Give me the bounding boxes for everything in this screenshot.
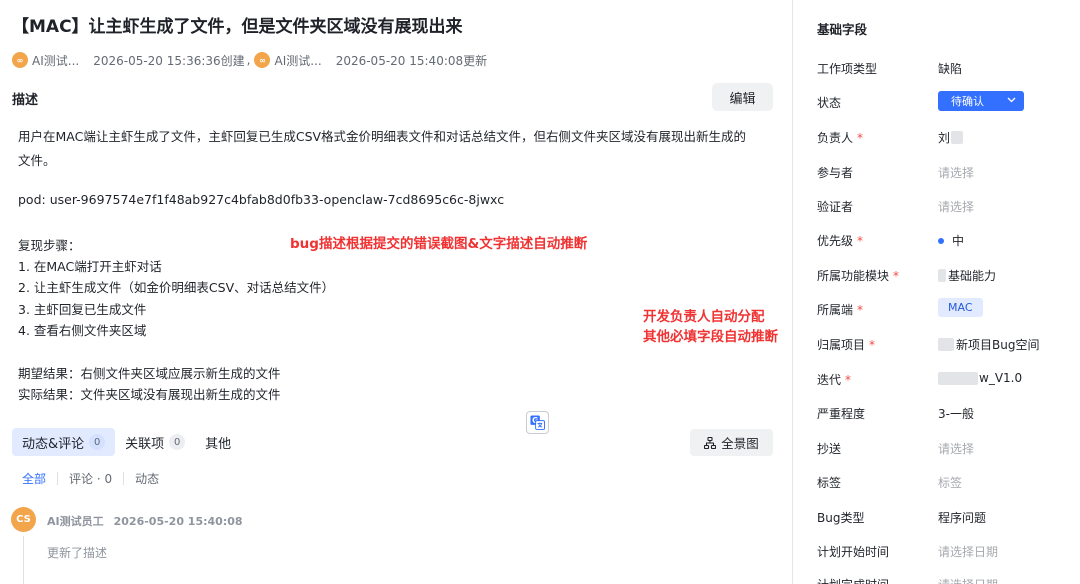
description-step: 2. 让主虾生成文件（如金价明细表CSV、对话总结文件） — [18, 280, 335, 295]
activity-tabs: 动态&评论 0 关联项 0 其他 — [12, 428, 241, 456]
activity-text: 更新了描述 — [47, 546, 108, 560]
required-mark: * — [869, 338, 876, 352]
redacted-block — [951, 131, 964, 144]
field-priority: 优先级 * 中 — [817, 232, 965, 249]
redacted-block — [938, 338, 954, 351]
issue-meta: ∞ AI测试... 2026-05-20 15:36:36创建 , ∞ AI测试… — [12, 51, 487, 69]
activity-filters: 全部 评论 · 0 动态 — [22, 470, 159, 486]
field-cc: 抄送 请选择 — [817, 442, 975, 456]
tab-other[interactable]: 其他 — [195, 428, 241, 456]
activity-header: AI测试员工 2026-05-20 15:40:08 — [47, 513, 243, 529]
required-mark: * — [845, 373, 852, 387]
chevron-down-icon — [1007, 97, 1016, 103]
field-assignee: 负责人 * 刘 — [793, 126, 1080, 146]
filter-all[interactable]: 全部 — [22, 470, 46, 487]
filter-activity[interactable]: 动态 — [135, 470, 159, 487]
creator-avatar: ∞ — [12, 52, 28, 68]
field-plan-end: 计划完成时间 请选择日期 — [793, 573, 1080, 584]
status-dropdown[interactable]: 待确认 — [938, 91, 1024, 111]
filter-divider — [57, 471, 59, 485]
priority-dot-icon — [938, 237, 944, 244]
field-module: 所属功能模块 * 基础能力 — [817, 267, 997, 284]
description-step: 4. 查看右侧文件夹区域 — [18, 323, 147, 338]
activity-avatar: CS — [11, 507, 36, 532]
field-severity: 严重程度 3-一般 — [817, 407, 974, 421]
field-iteration: 迭代 * w_V1.0 — [817, 371, 1023, 387]
description-actual: 实际结果：文件夹区域没有展现出新生成的文件 — [18, 387, 281, 402]
filter-divider — [123, 471, 125, 485]
tab-related-items[interactable]: 关联项 0 — [115, 428, 195, 456]
meta-separator: , — [246, 53, 251, 67]
issue-detail-panel: 【MAC】让主虾生成了文件，但是文件夹区域没有展现出来 ∞ AI测试... 20… — [0, 0, 792, 584]
annotation-assign: 开发负责人自动分配 — [643, 309, 765, 325]
field-status: 状态 待确认 — [793, 91, 1080, 111]
field-client: 所属端 * MAC — [793, 298, 1080, 318]
overview-button[interactable]: 全景图 — [690, 429, 773, 456]
description-line: 文件。 — [18, 153, 56, 168]
required-mark: * — [857, 234, 864, 248]
activity-author[interactable]: AI测试员工 — [47, 515, 104, 528]
module-value[interactable]: 基础能力 — [938, 267, 996, 284]
iteration-value[interactable]: w_V1.0 — [938, 371, 1022, 385]
hierarchy-icon — [704, 436, 717, 449]
client-tag[interactable]: MAC — [938, 298, 983, 317]
tab-activity-comments[interactable]: 动态&评论 0 — [12, 428, 116, 456]
field-project: 归属项目 * 新项目Bug空间 — [817, 336, 1040, 353]
activity-timeline — [23, 536, 24, 584]
field-tags: 标签 标签 — [817, 476, 963, 490]
description-line: 复现步骤： — [18, 238, 81, 253]
description-line: 用户在MAC端让主虾生成了文件，主虾回复已生成CSV格式金价明细表文件和对话总结… — [18, 129, 747, 144]
required-mark: * — [857, 303, 864, 317]
description-pod: pod: user-9697574e7f1f48ab927c4bfab8d0fb… — [18, 192, 505, 207]
edit-button[interactable]: 编辑 — [712, 83, 773, 111]
description-expected: 期望结果：右侧文件夹区域应展示新生成的文件 — [18, 366, 281, 381]
translate-glyph-icon: G — [530, 415, 545, 430]
field-work-item-type: 工作项类型 缺陷 — [817, 62, 963, 76]
creator-name[interactable]: AI测试... — [32, 52, 79, 69]
fields-sidebar: 基础字段 工作项类型 缺陷 状态 待确认 负责人 * 刘 参与者 请选择 验证者 … — [792, 0, 1080, 584]
annotation-infer: 其他必填字段自动推断 — [643, 329, 778, 345]
redacted-block — [938, 269, 946, 282]
translate-icon[interactable]: G — [526, 411, 549, 434]
issue-title: 【MAC】让主虾生成了文件，但是文件夹区域没有展现出来 — [12, 17, 463, 37]
required-mark: * — [893, 269, 900, 283]
created-time: 2026-05-20 15:36:36创建 — [93, 53, 245, 68]
assignee-value[interactable]: 刘 — [938, 129, 964, 146]
redacted-block — [938, 371, 978, 385]
field-plan-start: 计划开始时间 请选择日期 — [817, 545, 999, 559]
filter-comments[interactable]: 评论 · 0 — [69, 470, 112, 487]
activity-time: 2026-05-20 15:40:08 — [113, 515, 243, 528]
field-participants: 参与者 请选择 — [817, 166, 975, 180]
updater-name[interactable]: AI测试... — [274, 52, 321, 69]
priority-value[interactable]: 中 — [938, 232, 964, 249]
annotation-bug-desc: bug描述根据提交的错误截图&文字描述自动推断 — [290, 236, 588, 252]
required-mark: * — [857, 131, 864, 145]
tab-count: 0 — [169, 434, 186, 450]
updater-avatar: ∞ — [254, 52, 271, 68]
field-bug-type: Bug类型 程序问题 — [817, 511, 987, 525]
updated-time: 2026-05-20 15:40:08更新 — [335, 53, 488, 68]
project-value[interactable]: 新项目Bug空间 — [938, 336, 1039, 353]
description-label: 描述 — [12, 93, 39, 108]
tab-count: 0 — [89, 434, 106, 450]
sidebar-title: 基础字段 — [817, 22, 868, 37]
description-step: 1. 在MAC端打开主虾对话 — [18, 259, 162, 274]
field-verifier: 验证者 请选择 — [817, 200, 975, 214]
description-step: 3. 主虾回复已生成文件 — [18, 302, 147, 317]
